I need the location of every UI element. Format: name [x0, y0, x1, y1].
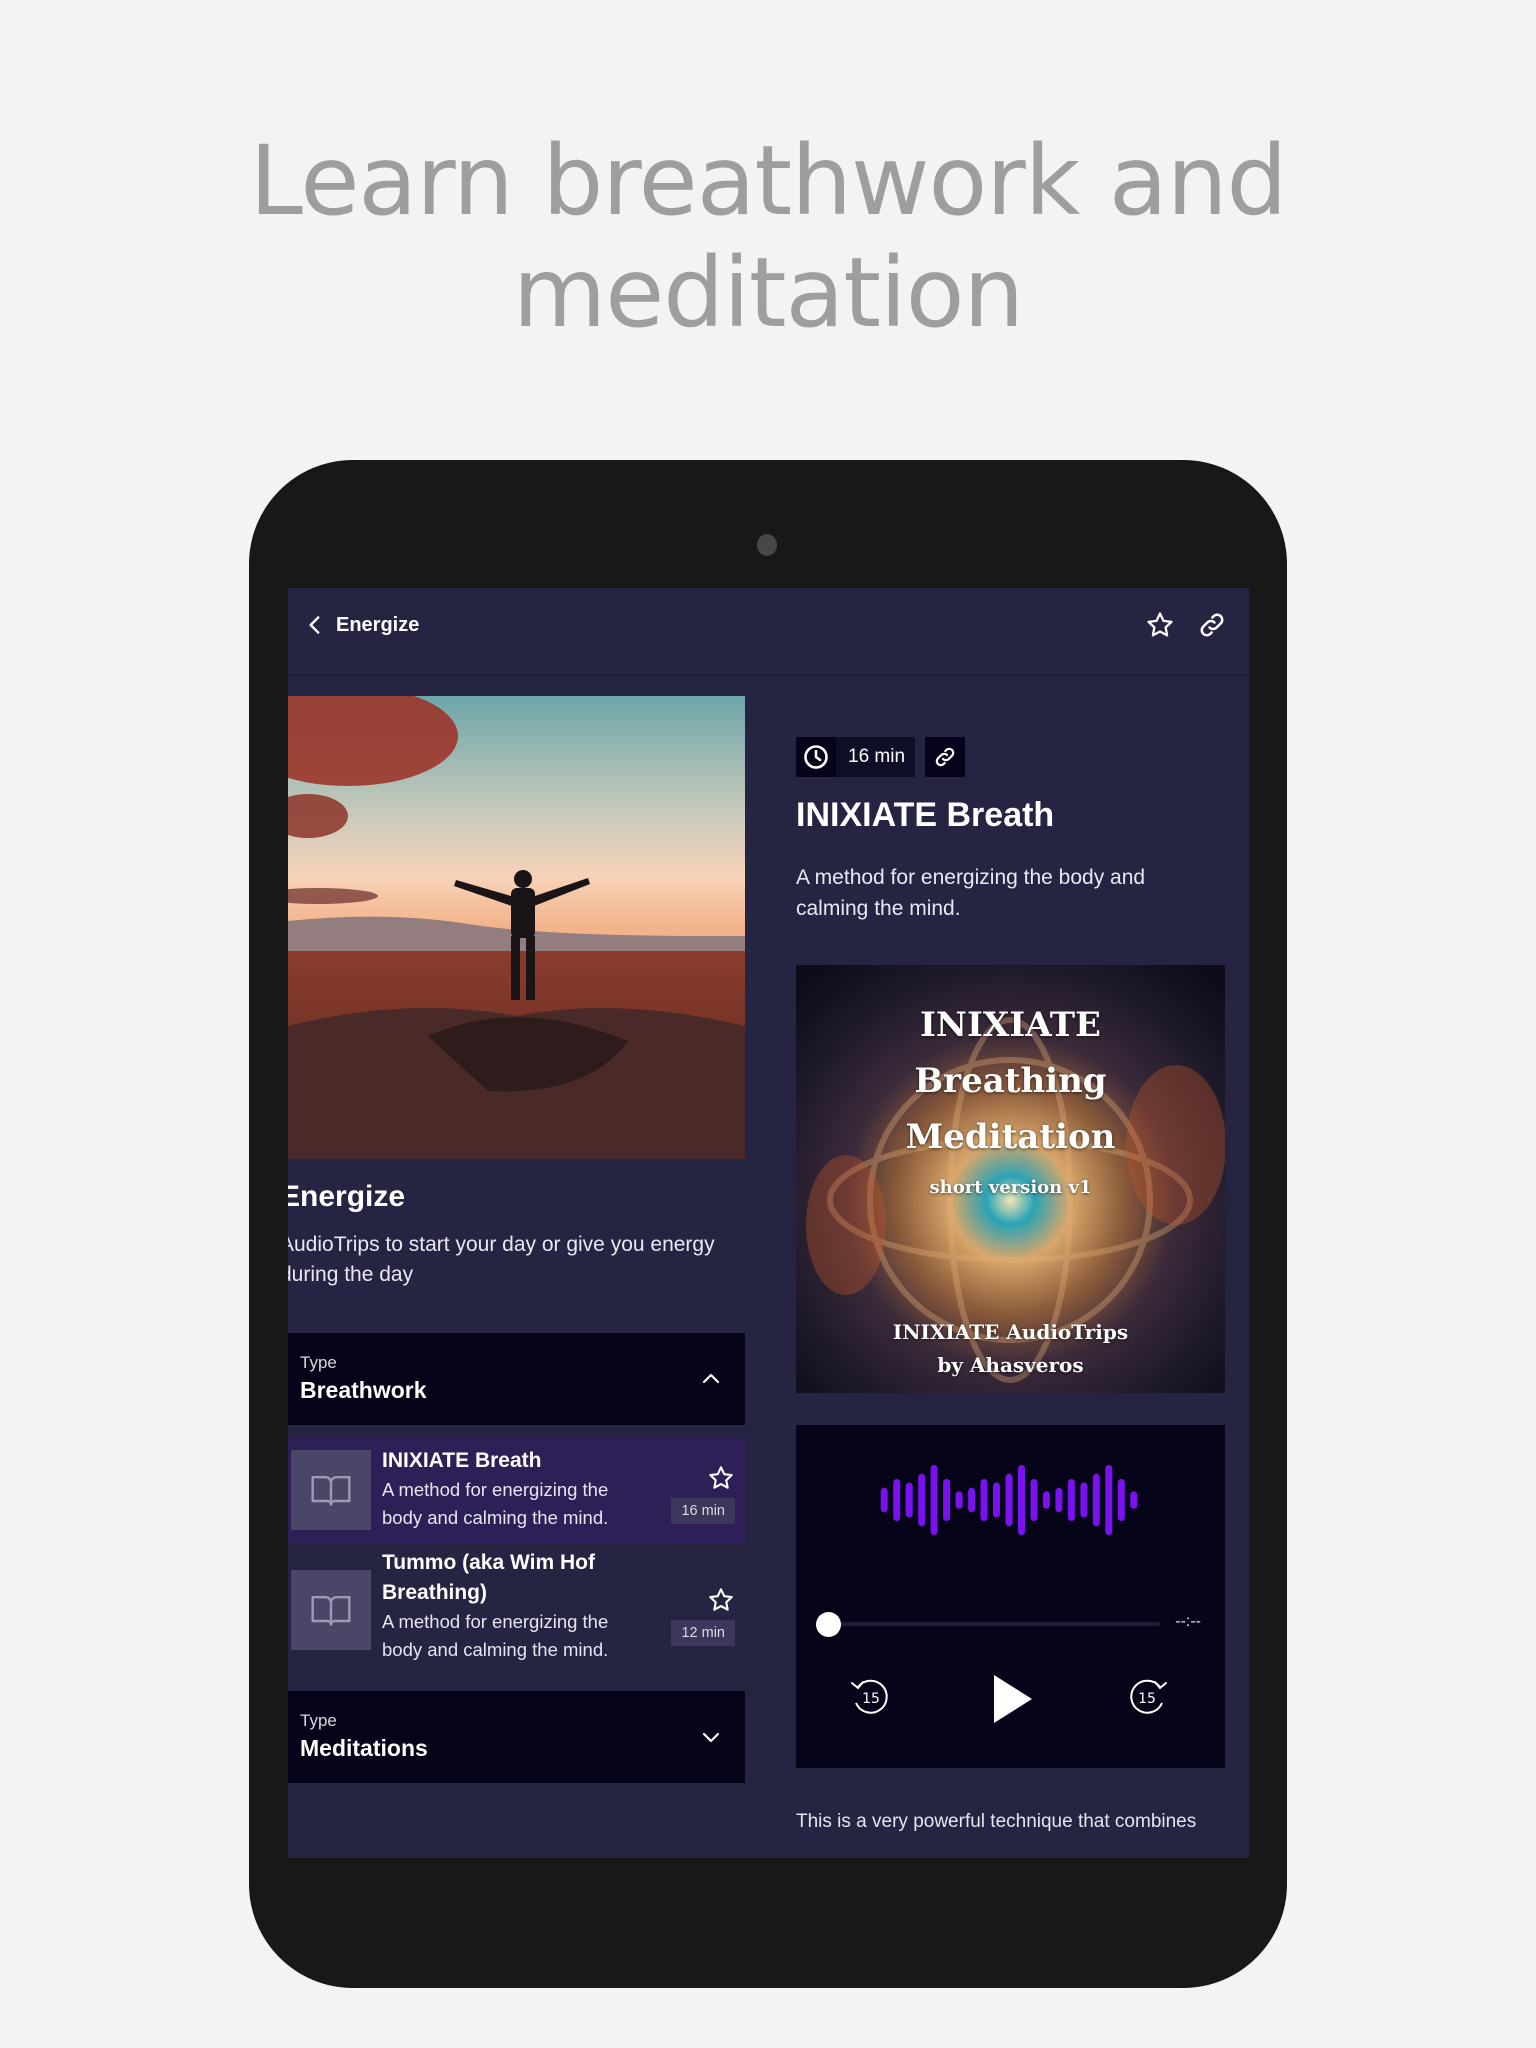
play-icon [994, 1675, 1032, 1723]
app-screen: Energize Energize AudioTrips to start yo… [288, 588, 1249, 1858]
rewind-15-icon: 15 [851, 1679, 888, 1714]
forward-15-button[interactable]: 15 [1126, 1675, 1170, 1719]
cover-line1: INIXIATE [920, 1005, 1101, 1045]
track-duration-badge: 12 min [671, 1620, 735, 1646]
waveform-bar [993, 1482, 1000, 1518]
duration-text: 16 min [848, 746, 906, 767]
waveform-visualization [880, 1465, 1138, 1535]
waveform-bar [880, 1487, 888, 1513]
back-label: Energize [336, 613, 420, 636]
promo-headline-line1: Learn breathwork and [249, 125, 1288, 237]
clock-icon [804, 745, 828, 769]
trip-description: A method for energizing the body and cal… [796, 866, 1146, 920]
svg-text:15: 15 [1138, 1691, 1156, 1707]
track-row[interactable]: INIXIATE Breath A method for energizing … [288, 1438, 745, 1544]
track-row[interactable]: Tummo (aka Wim Hof Breathing) A method f… [288, 1548, 745, 1674]
track-thumbnail [291, 1450, 371, 1530]
book-open-icon [311, 1595, 351, 1626]
cover-line6: by Ahasveros [937, 1353, 1084, 1377]
waveform-bar [1117, 1479, 1125, 1521]
waveform-bar [1105, 1465, 1113, 1535]
type-value: Breathwork [300, 1377, 427, 1403]
waveform-bar [918, 1473, 926, 1527]
seek-slider[interactable] [816, 1609, 1166, 1639]
waveform-bar [905, 1482, 913, 1518]
type-label: Type [300, 1353, 337, 1372]
cover-line3: Meditation [905, 1117, 1116, 1157]
category-description: AudioTrips to start your day or give you… [288, 1233, 715, 1286]
waveform-bar [1042, 1491, 1050, 1509]
category-title: Energize [288, 1180, 406, 1213]
play-button[interactable] [992, 1675, 1032, 1723]
copy-link-button[interactable] [925, 737, 966, 777]
cover-line4: short version v1 [929, 1177, 1092, 1198]
trip-title: INIXIATE Breath [796, 796, 1055, 834]
waveform-bar [1055, 1487, 1063, 1513]
chevron-down-icon [702, 1732, 720, 1743]
app-bar: Energize [288, 588, 1249, 676]
chevron-up-icon [702, 1373, 720, 1384]
waveform-bar [1130, 1491, 1138, 1509]
waveform-bar [1030, 1479, 1038, 1521]
track-duration-badge: 16 min [671, 1498, 735, 1524]
type-label: Type [300, 1711, 337, 1730]
waveform-bar [1092, 1473, 1100, 1527]
waveform-bar [1067, 1479, 1075, 1521]
track-title: Tummo (aka Wim Hof Breathing) [382, 1551, 595, 1604]
waveform-bar [955, 1491, 963, 1509]
seek-track [828, 1622, 1160, 1626]
camera-icon [757, 534, 777, 556]
waveform-bar [930, 1465, 938, 1535]
time-remaining: --:-- [1175, 1613, 1201, 1630]
type-value: Meditations [300, 1735, 428, 1761]
trip-long-description: This is a very powerful technique that c… [796, 1811, 1197, 1832]
waveform-bar [968, 1487, 976, 1513]
waveform-bar [1005, 1473, 1013, 1527]
type-dropdown-meditations[interactable]: Type Meditations [288, 1691, 745, 1783]
waveform-bar [980, 1479, 988, 1521]
chevron-left-icon [309, 616, 320, 634]
track-description: A method for energizing the body and cal… [382, 1611, 609, 1660]
track-favorite-star-icon[interactable] [707, 1586, 735, 1614]
seek-handle[interactable] [816, 1612, 841, 1637]
type-dropdown-breathwork[interactable]: Type Breathwork [288, 1333, 745, 1425]
link-icon [935, 747, 955, 767]
track-favorite-star-icon[interactable] [707, 1464, 735, 1492]
promo-headline-line2: meditation [512, 237, 1025, 349]
trip-cover-art: INIXIATE Breathing Meditation short vers… [796, 965, 1225, 1393]
track-description: A method for energizing the body and cal… [382, 1479, 609, 1528]
book-open-icon [311, 1475, 351, 1506]
audio-player: --:-- 15 15 [796, 1425, 1225, 1768]
track-title: INIXIATE Breath [382, 1449, 542, 1472]
waveform-bar [1080, 1482, 1088, 1518]
track-thumbnail [291, 1570, 371, 1650]
back-button[interactable]: Energize [302, 612, 419, 638]
share-link-icon[interactable] [1197, 610, 1227, 640]
duration-badge: 16 min [796, 737, 916, 777]
waveform-bar [893, 1479, 901, 1521]
svg-text:15: 15 [862, 1691, 880, 1707]
forward-15-icon: 15 [1130, 1679, 1167, 1714]
cover-line2: Breathing [914, 1061, 1107, 1101]
waveform-bar [943, 1479, 951, 1521]
trip-badges: 16 min [796, 737, 966, 777]
category-hero-image [288, 696, 745, 1159]
waveform-bar [1018, 1465, 1025, 1535]
promo-headline: Learn breathwork and meditation [0, 125, 1536, 349]
rewind-15-button[interactable]: 15 [848, 1675, 892, 1719]
favorite-star-icon[interactable] [1145, 610, 1175, 640]
cover-line5: INIXIATE AudioTrips [892, 1320, 1129, 1344]
